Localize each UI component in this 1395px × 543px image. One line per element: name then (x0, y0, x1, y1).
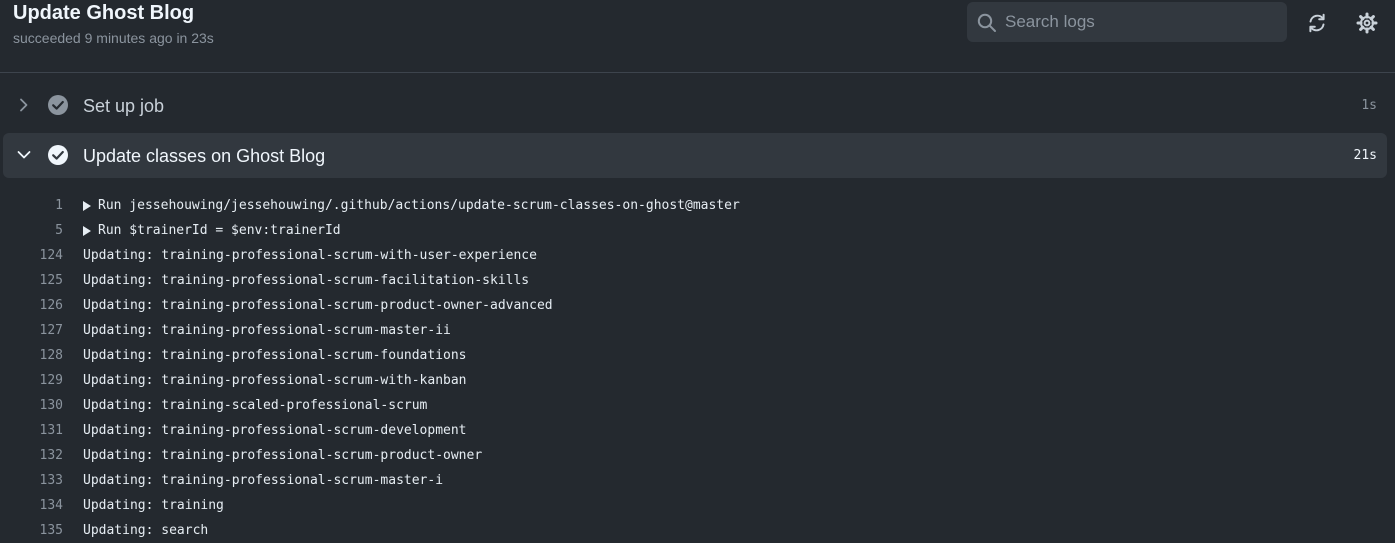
log-line: 135 Updating: search (0, 518, 1395, 543)
log-line: 129 Updating: training-professional-scru… (0, 368, 1395, 393)
log-line: 132 Updating: training-professional-scru… (0, 443, 1395, 468)
log-line-text[interactable]: Run jessehouwing/jessehouwing/.github/ac… (98, 193, 740, 218)
search-box[interactable] (967, 2, 1287, 42)
log-line-group[interactable]: 1 Run jessehouwing/jessehouwing/.github/… (0, 193, 1395, 218)
step-name: Set up job (83, 96, 165, 116)
line-number[interactable]: 133 (0, 468, 63, 493)
refresh-icon[interactable] (1306, 12, 1328, 34)
line-number[interactable]: 135 (0, 518, 63, 543)
log-line-text: Updating: search (83, 523, 209, 538)
chevron-down-icon[interactable] (15, 146, 33, 164)
line-number[interactable]: 5 (0, 218, 63, 243)
line-number[interactable]: 128 (0, 343, 63, 368)
search-icon (977, 13, 996, 32)
check-circle-icon (48, 145, 68, 165)
log-line: 130 Updating: training-scaled-profession… (0, 393, 1395, 418)
log-line: 126 Updating: training-professional-scru… (0, 293, 1395, 318)
line-number[interactable]: 132 (0, 443, 63, 468)
log-line-text: Updating: training-professional-scrum-ma… (83, 323, 451, 338)
job-header: Update Ghost Blog succeeded 9 minutes ag… (0, 0, 1395, 73)
log-line: 134 Updating: training (0, 493, 1395, 518)
log-line-text: Updating: training-professional-scrum-de… (83, 423, 467, 438)
log-line-text: Updating: training-professional-scrum-wi… (83, 248, 537, 263)
search-input[interactable] (1005, 2, 1275, 42)
workflow-job-log-viewer: Update Ghost Blog succeeded 9 minutes ag… (0, 0, 1395, 543)
check-circle-icon (48, 95, 68, 115)
step-row-update-classes[interactable]: Update classes on Ghost Blog 21s (3, 133, 1387, 178)
step-duration: 1s (1361, 98, 1377, 113)
line-number[interactable]: 134 (0, 493, 63, 518)
chevron-right-icon[interactable] (15, 96, 33, 114)
log-line-text: Updating: training-scaled-professional-s… (83, 398, 428, 413)
step-row-set-up-job[interactable]: Set up job 1s (3, 83, 1387, 128)
log-line: 124 Updating: training-professional-scru… (0, 243, 1395, 268)
log-line-group[interactable]: 5 Run $trainerId = $env:trainerId (0, 218, 1395, 243)
line-number[interactable]: 130 (0, 393, 63, 418)
job-title: Update Ghost Blog (13, 2, 195, 24)
step-duration: 21s (1353, 148, 1377, 163)
log-line-text: Updating: training-professional-scrum-ma… (83, 473, 444, 488)
log-output: 1 Run jessehouwing/jessehouwing/.github/… (0, 193, 1395, 543)
log-line-text: Updating: training-professional-scrum-wi… (83, 373, 467, 388)
line-number[interactable]: 126 (0, 293, 63, 318)
job-status-text: succeeded 9 minutes ago in 23s (13, 30, 214, 46)
log-line: 133 Updating: training-professional-scru… (0, 468, 1395, 493)
log-line-text: Updating: training-professional-scrum-fa… (83, 273, 530, 288)
log-line-text: Updating: training-professional-scrum-pr… (83, 298, 553, 313)
expand-triangle-icon[interactable] (83, 201, 91, 211)
line-number[interactable]: 127 (0, 318, 63, 343)
log-line: 131 Updating: training-professional-scru… (0, 418, 1395, 443)
gear-icon[interactable] (1356, 12, 1378, 34)
log-line-text: Updating: training-professional-scrum-pr… (83, 448, 483, 463)
line-number[interactable]: 125 (0, 268, 63, 293)
line-number[interactable]: 129 (0, 368, 63, 393)
log-line: 125 Updating: training-professional-scru… (0, 268, 1395, 293)
line-number[interactable]: 1 (0, 193, 63, 218)
log-line: 127 Updating: training-professional-scru… (0, 318, 1395, 343)
log-line: 128 Updating: training-professional-scru… (0, 343, 1395, 368)
log-line-text: Updating: training-professional-scrum-fo… (83, 348, 467, 363)
step-name: Update classes on Ghost Blog (83, 146, 326, 166)
log-line-text: Updating: training (83, 498, 224, 513)
line-number[interactable]: 131 (0, 418, 63, 443)
log-line-text[interactable]: Run $trainerId = $env:trainerId (98, 218, 341, 243)
expand-triangle-icon[interactable] (83, 226, 91, 236)
line-number[interactable]: 124 (0, 243, 63, 268)
